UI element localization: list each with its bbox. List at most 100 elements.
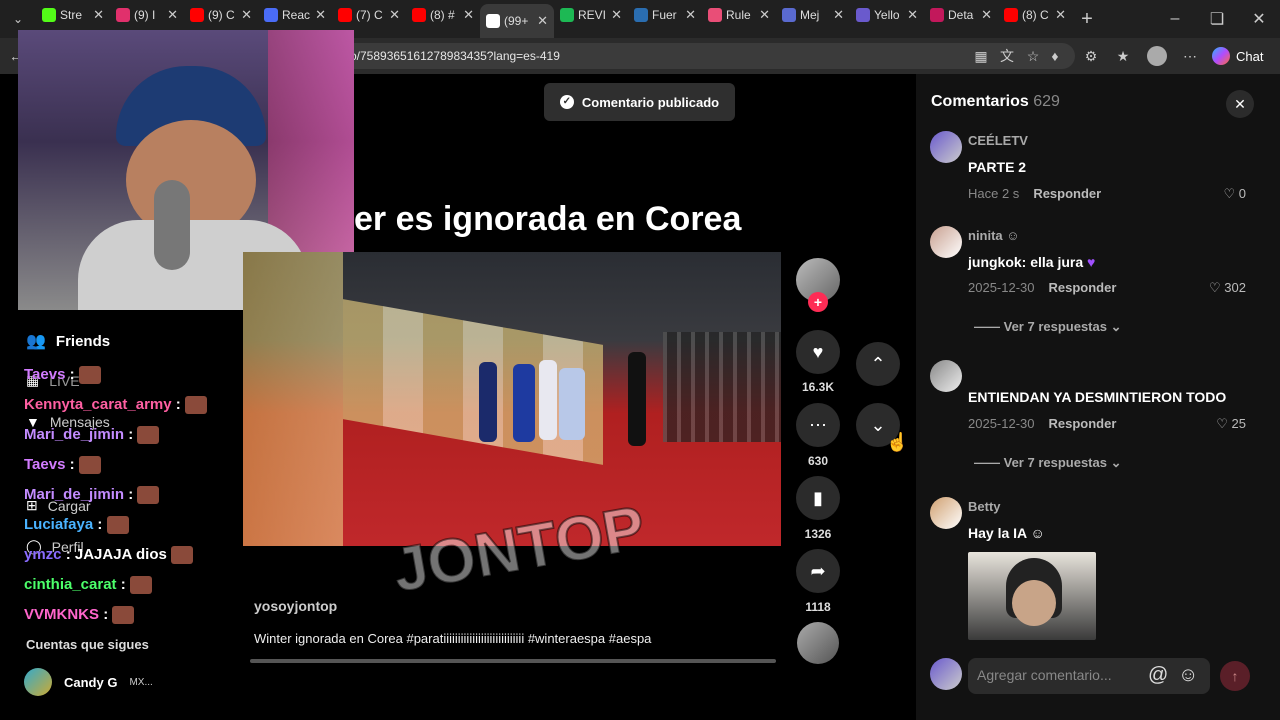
notification-icon[interactable]: ♦ xyxy=(1047,48,1063,64)
tab-close-icon[interactable]: ✕ xyxy=(463,7,474,23)
tab-title: (99+ xyxy=(504,14,529,28)
extensions-icon[interactable]: ⚙ xyxy=(1083,48,1099,64)
video-player[interactable] xyxy=(243,252,781,546)
browser-tab[interactable]: Reac ✕ xyxy=(258,0,332,30)
tab-close-icon[interactable]: ✕ xyxy=(833,7,844,23)
browser-tab[interactable]: (9) C ✕ xyxy=(184,0,258,30)
browser-tab[interactable]: Stre ✕ xyxy=(36,0,110,30)
comment-avatar[interactable] xyxy=(930,226,962,258)
translate-icon[interactable]: 文 xyxy=(999,48,1015,64)
chat-message: Taevs : xyxy=(24,366,101,385)
comment-avatar[interactable] xyxy=(930,360,962,392)
browser-tab[interactable]: (9) I ✕ xyxy=(110,0,184,30)
comment-like[interactable]: ♡ 0 xyxy=(1223,186,1246,202)
tab-close-icon[interactable]: ✕ xyxy=(611,7,622,23)
browser-tab[interactable]: (8) C ✕ xyxy=(998,0,1072,30)
chat-message: VVMKNKS : xyxy=(24,606,135,625)
copilot-chat-button[interactable]: Chat xyxy=(1212,44,1272,68)
comment-button[interactable]: ⋯ xyxy=(796,403,840,447)
reply-button[interactable]: Responder xyxy=(1049,280,1117,295)
tab-close-icon[interactable]: ✕ xyxy=(759,7,770,23)
profile-avatar[interactable] xyxy=(1147,46,1167,66)
commenter-avatar xyxy=(930,658,962,690)
browser-tab[interactable]: Fuer ✕ xyxy=(628,0,702,30)
save-button[interactable]: ▮ xyxy=(796,476,840,520)
close-comments-button[interactable]: ✕ xyxy=(1226,90,1254,118)
comment-user[interactable]: ninita ☺ xyxy=(968,228,1020,243)
previous-video-button[interactable]: ⌃ xyxy=(856,342,900,386)
close-window-button[interactable]: ✕ xyxy=(1238,9,1280,29)
browser-tab[interactable]: Rule ✕ xyxy=(702,0,776,30)
comment-time: 2025-12-30 xyxy=(968,416,1035,431)
minimize-button[interactable]: – xyxy=(1154,10,1196,28)
chat-label: Chat xyxy=(1236,48,1264,64)
like-button[interactable]: ♥ xyxy=(796,330,840,374)
video-description: Winter ignorada en Corea #paratiiiiiiiii… xyxy=(254,631,652,646)
view-replies-label: Ver 7 respuestas xyxy=(1003,455,1107,470)
comment-image[interactable] xyxy=(968,552,1096,640)
browser-tab[interactable]: (7) C ✕ xyxy=(332,0,406,30)
comment-avatar[interactable] xyxy=(930,131,962,163)
nav-friends-label: Friends xyxy=(55,332,111,350)
tab-close-icon[interactable]: ✕ xyxy=(685,7,696,23)
reply-button[interactable]: Responder xyxy=(1049,416,1117,431)
toast-notification: ✓ Comentario publicado xyxy=(544,83,735,121)
browser-tab[interactable]: Deta ✕ xyxy=(924,0,998,30)
check-circle-icon: ✓ xyxy=(559,95,574,109)
tab-close-icon[interactable]: ✕ xyxy=(315,7,326,23)
nav-friends[interactable]: 👥 Friends xyxy=(26,331,110,351)
tab-close-icon[interactable]: ✕ xyxy=(93,7,104,23)
chat-username: VVMKNKS xyxy=(24,606,100,623)
new-tab-button[interactable]: + xyxy=(1072,8,1102,31)
tab-close-icon[interactable]: ✕ xyxy=(1055,7,1066,23)
comment-like[interactable]: ♡ 302 xyxy=(1209,280,1246,296)
tab-close-icon[interactable]: ✕ xyxy=(241,7,252,23)
emoji-picker-icon[interactable]: ☺ xyxy=(1178,664,1198,687)
browser-tab[interactable]: (99+ ✕ xyxy=(480,4,554,38)
mention-icon[interactable]: @ xyxy=(1148,664,1168,687)
favorite-star-icon[interactable]: ☆ xyxy=(1025,48,1041,64)
tab-close-icon[interactable]: ✕ xyxy=(907,7,918,23)
share-button[interactable]: ➦ xyxy=(796,549,840,593)
comment-avatar[interactable] xyxy=(930,497,962,529)
chat-text: : JAJAJA dios xyxy=(65,546,167,563)
favorites-icon[interactable]: ★ xyxy=(1115,48,1131,64)
view-replies-button[interactable]: —— Ver 7 respuestas ⌄ xyxy=(974,455,1122,471)
tab-close-icon[interactable]: ✕ xyxy=(981,7,992,23)
chat-emote-icon xyxy=(106,516,129,535)
followed-user-name: Candy G xyxy=(64,674,118,690)
post-comment-button[interactable]: ↑ xyxy=(1220,661,1250,691)
heart-outline-icon: ♡ xyxy=(1209,280,1221,295)
tab-close-icon[interactable]: ✕ xyxy=(389,7,400,23)
follow-plus-icon[interactable]: + xyxy=(808,292,828,312)
comment-like[interactable]: ♡ 25 xyxy=(1216,416,1246,432)
browser-tab[interactable]: REVI ✕ xyxy=(554,0,628,30)
browser-tab[interactable]: Mej ✕ xyxy=(776,0,850,30)
music-disc-avatar[interactable] xyxy=(797,622,839,664)
reply-button[interactable]: Responder xyxy=(1033,186,1101,201)
tab-close-icon[interactable]: ✕ xyxy=(537,13,548,29)
comment-user[interactable]: Betty xyxy=(968,499,1001,514)
apps-icon[interactable]: ▦ xyxy=(973,48,989,64)
view-replies-button[interactable]: —— Ver 7 respuestas ⌄ xyxy=(974,319,1122,335)
restore-button[interactable]: ❏ xyxy=(1196,9,1238,29)
chat-text: : xyxy=(175,396,181,413)
chat-username: ymzc xyxy=(24,546,62,563)
comment-input[interactable]: Agregar comentario... @ ☺ xyxy=(968,658,1210,694)
browser-tab[interactable]: (8) # ✕ xyxy=(406,0,480,30)
heart-outline-icon: ♡ xyxy=(1223,186,1236,201)
comment-user[interactable]: CEÉLETV xyxy=(968,133,1028,148)
browser-tab[interactable]: Yello ✕ xyxy=(850,0,924,30)
more-menu-icon[interactable]: ⋯ xyxy=(1182,48,1198,64)
comment-like-count: 302 xyxy=(1224,280,1246,295)
comment-meta: 2025-12-30 Responder xyxy=(968,280,1116,295)
chat-emote-icon xyxy=(78,456,101,475)
tab-title: Stre xyxy=(60,8,83,22)
video-author[interactable]: yosoyjontop xyxy=(254,598,337,614)
tab-list-dropdown[interactable]: ⌄ xyxy=(0,12,36,26)
video-progress-bar[interactable] xyxy=(250,659,776,663)
tab-close-icon[interactable]: ✕ xyxy=(167,7,178,23)
url-field[interactable]: o/7589365161278983435?lang=es-419 xyxy=(340,43,1075,69)
tab-favicon-icon xyxy=(412,8,426,22)
followed-account[interactable]: Candy G MX... xyxy=(24,668,153,696)
